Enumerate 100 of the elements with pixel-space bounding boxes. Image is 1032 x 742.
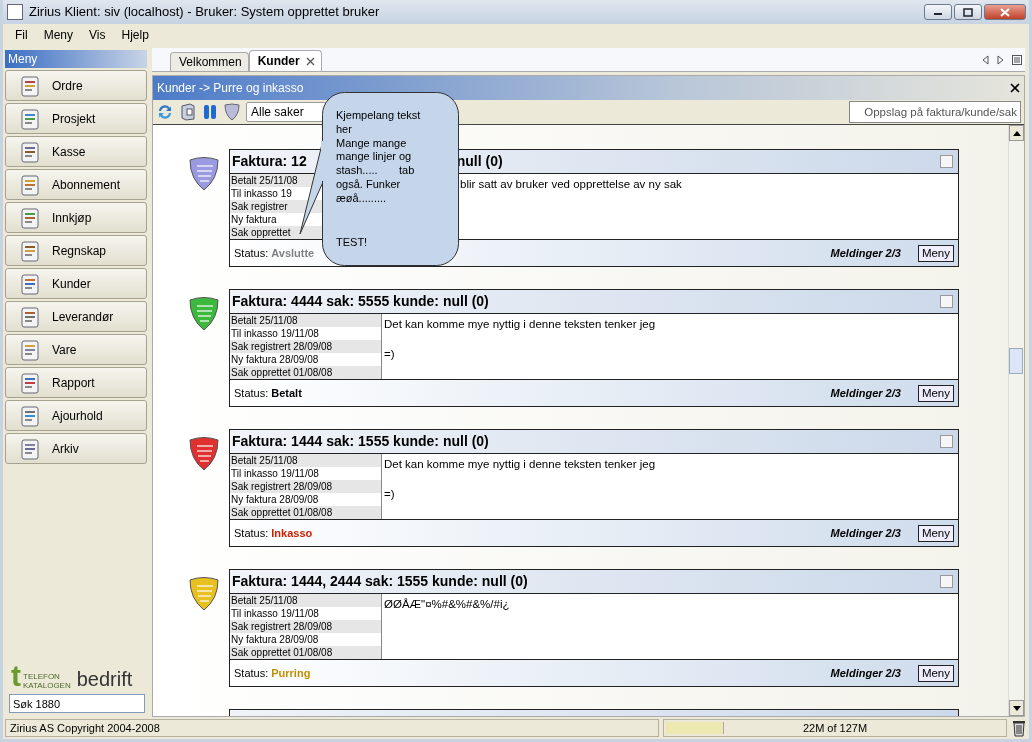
event-date: Sak registrert 28/09/08: [231, 341, 333, 352]
lookup-field[interactable]: Oppslag på faktura/kunde/sak: [849, 101, 1021, 123]
menu-button[interactable]: Meny: [917, 384, 954, 402]
status-label: Status:: [234, 245, 269, 261]
event-date: Til inkasso 19/11/08: [231, 468, 319, 479]
event-date: Betalt 25/11/08: [231, 175, 298, 186]
document-icon: [20, 173, 42, 196]
sidebar-item[interactable]: Innkjøp: [5, 202, 147, 233]
sidebar-item[interactable]: Abonnement: [5, 169, 147, 200]
sidebar-title: Meny: [5, 50, 147, 68]
shield-icon[interactable]: [224, 103, 240, 121]
status-value: Betalt: [271, 385, 302, 401]
search-field[interactable]: Søk 1880: [9, 694, 145, 713]
menu-item[interactable]: Hjelp: [113, 26, 157, 44]
trash-icon[interactable]: [1011, 719, 1027, 737]
maximize-button[interactable]: [954, 4, 982, 20]
sidebar-item[interactable]: Rapport: [5, 367, 147, 398]
close-button[interactable]: [984, 4, 1026, 20]
menu-button[interactable]: Meny: [917, 664, 954, 682]
status-label: Status:: [234, 525, 269, 541]
up-arrow-icon: [1012, 130, 1021, 136]
checkbox[interactable]: [940, 435, 953, 448]
messages-count: Meldinger 2/3: [830, 245, 901, 261]
scroll-thumb[interactable]: [1009, 347, 1023, 374]
scroll-right-icon[interactable]: [997, 54, 1004, 65]
filter-dropdown[interactable]: Alle saker: [246, 102, 326, 122]
list-icon[interactable]: [1012, 54, 1022, 65]
tab[interactable]: Kunder: [248, 50, 322, 71]
invoice-title: Faktura: 4444 sak: 5555 kunde: null (0): [232, 292, 489, 311]
document-icon: [20, 206, 42, 229]
tooltip-text: stash..... tab: [336, 164, 416, 178]
close-icon[interactable]: [305, 56, 315, 66]
event-date: Til inkasso 19/11/08: [231, 328, 319, 339]
menu-item[interactable]: Meny: [35, 26, 81, 44]
messages-count: Meldinger 2/3: [830, 385, 901, 401]
checkbox[interactable]: [940, 295, 953, 308]
event-date: Sak opprettet 01/08/08: [231, 367, 333, 378]
description-text: ØØÅÆ"¤%#&%#&%/#i¿: [384, 597, 510, 612]
pause-icon[interactable]: [202, 103, 218, 121]
minimize-button[interactable]: [924, 4, 952, 20]
status-label: Status:: [234, 665, 269, 681]
sidebar-item[interactable]: Arkiv: [5, 433, 147, 464]
invoice-title: Faktura: 12: [232, 152, 307, 171]
menu-item[interactable]: Fil: [7, 26, 36, 44]
status-label: Status:: [234, 385, 269, 401]
document-icon: [20, 305, 42, 328]
sidebar-item[interactable]: Regnskap: [5, 235, 147, 266]
memory-text: 22M of 127M: [802, 720, 868, 736]
sidebar-item[interactable]: Kunder: [5, 268, 147, 299]
sidebar-item[interactable]: Prosjekt: [5, 103, 147, 134]
document-icon: [20, 338, 42, 361]
scroll-down-button[interactable]: [1009, 700, 1024, 716]
status-value: Purring: [271, 665, 311, 681]
tooltip-text: Mange mange: [336, 136, 408, 151]
invoice-title: Faktura: 1444 sak: 1555 kunde: null (0): [232, 432, 489, 451]
event-date: Ny faktura 28/09/08: [231, 494, 319, 505]
event-date: Til inkasso 19: [231, 188, 292, 199]
event-date: Sak opprettet: [231, 227, 291, 238]
tooltip-text: Kjempelang tekst: [336, 109, 421, 123]
window-title: Zirius Klient: siv (localhost) - Bruker: System opprettet bruker: [29, 3, 380, 22]
event-date: Ny faktura: [231, 214, 277, 225]
scroll-up-button[interactable]: [1009, 125, 1024, 141]
sidebar-item[interactable]: Leverandør: [5, 301, 147, 332]
checkbox[interactable]: [940, 575, 953, 588]
menu-button[interactable]: Meny: [917, 524, 954, 542]
tab[interactable]: Velkommen: [170, 52, 249, 71]
copyright-text: Zirius AS Copyright 2004-2008: [5, 719, 659, 737]
sidebar-item[interactable]: Ajourhold: [5, 400, 147, 431]
sidebar-item[interactable]: Kasse: [5, 136, 147, 167]
menu-button[interactable]: Meny: [917, 244, 954, 262]
document-icon: [20, 371, 42, 394]
document-icon: [20, 272, 42, 295]
event-date: Sak registrert 28/09/08: [231, 481, 333, 492]
menu-item[interactable]: Vis: [81, 26, 114, 44]
tooltip-text: æøå.........: [336, 191, 388, 206]
maximize-icon: [963, 7, 973, 17]
event-date: Betalt 25/11/08: [231, 315, 298, 326]
book-icon[interactable]: [180, 103, 196, 121]
down-arrow-icon: [1012, 705, 1021, 711]
panel-title: Kunder -> Purre og inkasso: [157, 80, 304, 97]
close-icon[interactable]: [1010, 83, 1020, 93]
sidebar-item[interactable]: Vare: [5, 334, 147, 365]
scroll-left-icon[interactable]: [982, 54, 989, 65]
tooltip-text: mange linjer og: [336, 150, 413, 165]
checkbox[interactable]: [940, 155, 953, 168]
tooltip-text: her: [336, 122, 353, 137]
document-icon: [20, 404, 42, 427]
event-date: Sak opprettet 01/08/08: [231, 507, 333, 518]
event-date: Sak registrert 28/09/08: [231, 621, 333, 632]
description-text: =): [384, 347, 396, 363]
document-icon: [20, 107, 42, 130]
event-date: Ny faktura 28/09/08: [231, 634, 319, 645]
sidebar-item[interactable]: Ordre: [5, 70, 147, 101]
description-text: Det kan komme mye nyttig i denne teksten tenker jeg: [384, 457, 656, 472]
refresh-icon[interactable]: [156, 103, 174, 121]
messages-count: Meldinger 2/3: [830, 525, 901, 541]
event-date: Sak opprettet 01/08/08: [231, 647, 333, 658]
description-text: Det kan komme mye nyttig i denne teksten tenker jeg: [384, 317, 656, 332]
document-icon: [20, 239, 42, 262]
document-icon: [20, 437, 42, 460]
